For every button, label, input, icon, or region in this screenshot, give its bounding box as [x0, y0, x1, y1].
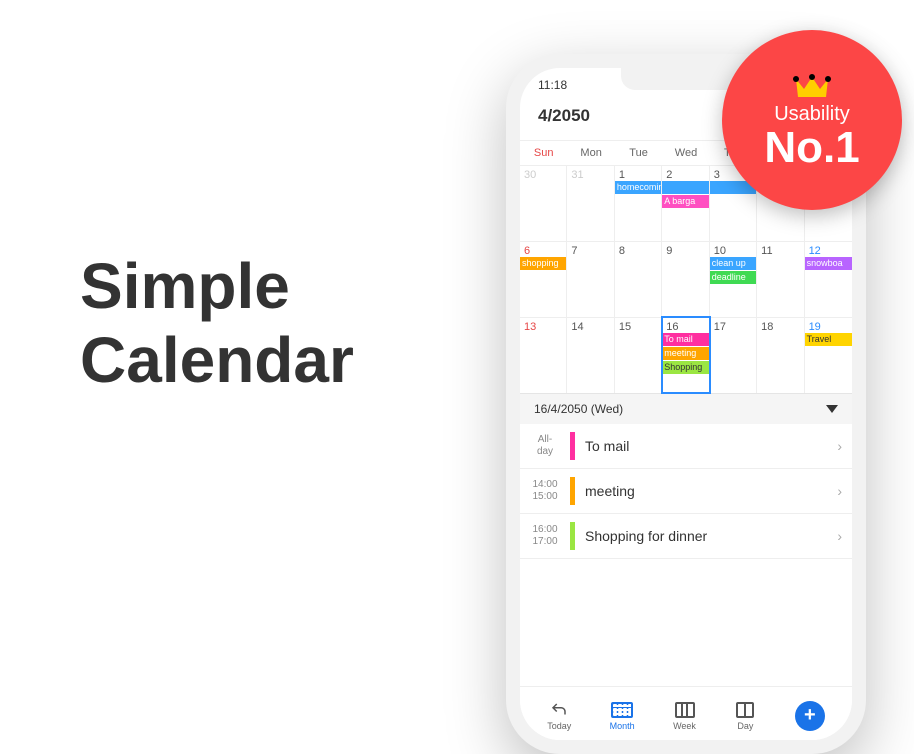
- calendar-cell[interactable]: 19Travel: [805, 317, 852, 393]
- tab-day-label: Day: [737, 721, 753, 731]
- hero-title: Simple Calendar: [80, 250, 354, 397]
- hero-line2: Calendar: [80, 324, 354, 398]
- event-chip[interactable]: To mail: [662, 333, 708, 346]
- event-chip[interactable]: deadline: [710, 271, 756, 284]
- date-number: 10: [710, 242, 756, 257]
- event-chip[interactable]: A barga: [662, 195, 708, 208]
- calendar-cell[interactable]: 31: [567, 165, 614, 241]
- agenda-header[interactable]: 16/4/2050 (Wed): [520, 393, 852, 424]
- agenda-time: All-day: [520, 434, 570, 458]
- date-number: 2: [662, 166, 708, 181]
- tab-day[interactable]: Day: [734, 701, 756, 731]
- calendar-cell[interactable]: 6shopping: [520, 241, 567, 317]
- calendar-cell[interactable]: 16To mailmeetingShopping: [662, 317, 709, 393]
- calendar-cell[interactable]: 30: [520, 165, 567, 241]
- dow-wed: Wed: [662, 141, 709, 165]
- date-number: 14: [567, 318, 613, 333]
- calendar-cell[interactable]: 2 A barga: [662, 165, 709, 241]
- calendar-cell[interactable]: 18: [757, 317, 804, 393]
- date-number: 8: [615, 242, 661, 257]
- date-number: 12: [805, 242, 852, 257]
- agenda-color-bar: [570, 522, 575, 550]
- undo-icon: [548, 701, 570, 719]
- usability-badge: Usability No.1: [722, 30, 902, 210]
- calendar-cell[interactable]: 12snowboa: [805, 241, 852, 317]
- agenda-date: 16/4/2050 (Wed): [534, 402, 623, 416]
- agenda-item[interactable]: 16:0017:00 Shopping for dinner›: [520, 514, 852, 559]
- month-icon: [611, 701, 633, 719]
- agenda-title: Shopping for dinner: [585, 528, 837, 544]
- agenda-item[interactable]: 14:0015:00 meeting›: [520, 469, 852, 514]
- calendar-cell[interactable]: 10clean updeadline: [710, 241, 757, 317]
- dow-tue: Tue: [615, 141, 662, 165]
- event-chip[interactable]: clean up: [710, 257, 756, 270]
- week-icon: [674, 701, 696, 719]
- date-number: 16: [662, 318, 708, 333]
- agenda-color-bar: [570, 477, 575, 505]
- date-number: 11: [757, 242, 803, 257]
- event-chip[interactable]: homecoming: [615, 181, 662, 194]
- agenda-item[interactable]: All-day To mail›: [520, 424, 852, 469]
- date-number: 17: [710, 318, 756, 333]
- agenda-time: 16:0017:00: [520, 524, 570, 548]
- chevron-right-icon: ›: [837, 528, 842, 544]
- date-number: 13: [520, 318, 566, 333]
- calendar-cell[interactable]: 17: [710, 317, 757, 393]
- plus-icon: +: [804, 704, 816, 727]
- calendar-cell[interactable]: 9: [662, 241, 709, 317]
- agenda-time: 14:0015:00: [520, 479, 570, 503]
- calendar-cell[interactable]: 1homecoming: [615, 165, 662, 241]
- dow-sun: Sun: [520, 141, 567, 165]
- date-number: 6: [520, 242, 566, 257]
- agenda-color-bar: [570, 432, 575, 460]
- date-number: 18: [757, 318, 803, 333]
- tab-week[interactable]: Week: [673, 701, 696, 731]
- event-chip[interactable]: shopping: [520, 257, 566, 270]
- crown-icon: [792, 71, 832, 101]
- date-number: 9: [662, 242, 708, 257]
- calendar-cell[interactable]: 7: [567, 241, 614, 317]
- collapse-icon[interactable]: [826, 405, 838, 413]
- status-time: 11:18: [538, 78, 567, 92]
- tab-month-label: Month: [610, 721, 635, 731]
- calendar-cell[interactable]: 15: [615, 317, 662, 393]
- date-number: 1: [615, 166, 661, 181]
- day-icon: [734, 701, 756, 719]
- bottom-tabs: Today Month Week Day +: [520, 686, 852, 740]
- calendar-cell[interactable]: 11: [757, 241, 804, 317]
- event-chip[interactable]: meeting: [662, 347, 708, 360]
- date-number: 19: [805, 318, 852, 333]
- date-number: 7: [567, 242, 613, 257]
- calendar-cell[interactable]: 14: [567, 317, 614, 393]
- date-number: 15: [615, 318, 661, 333]
- agenda-list[interactable]: All-dayTo mail›14:0015:00meeting›16:0017…: [520, 424, 852, 559]
- chevron-right-icon: ›: [837, 483, 842, 499]
- event-chip[interactable]: snowboa: [805, 257, 852, 270]
- date-number: 31: [567, 166, 613, 181]
- chevron-right-icon: ›: [837, 438, 842, 454]
- agenda-title: To mail: [585, 438, 837, 454]
- tab-today-label: Today: [547, 721, 571, 731]
- badge-line2: No.1: [764, 126, 859, 170]
- calendar-cell[interactable]: 8: [615, 241, 662, 317]
- hero-line1: Simple: [80, 250, 354, 324]
- add-button[interactable]: +: [795, 701, 825, 731]
- tab-month[interactable]: Month: [610, 701, 635, 731]
- dow-mon: Mon: [567, 141, 614, 165]
- event-chip[interactable]: Travel: [805, 333, 852, 346]
- date-number: 30: [520, 166, 566, 181]
- event-chip[interactable]: Shopping: [662, 361, 708, 374]
- tab-week-label: Week: [673, 721, 696, 731]
- event-chip[interactable]: [662, 181, 709, 194]
- tab-today[interactable]: Today: [547, 701, 571, 731]
- agenda-title: meeting: [585, 483, 837, 499]
- calendar-cell[interactable]: 13: [520, 317, 567, 393]
